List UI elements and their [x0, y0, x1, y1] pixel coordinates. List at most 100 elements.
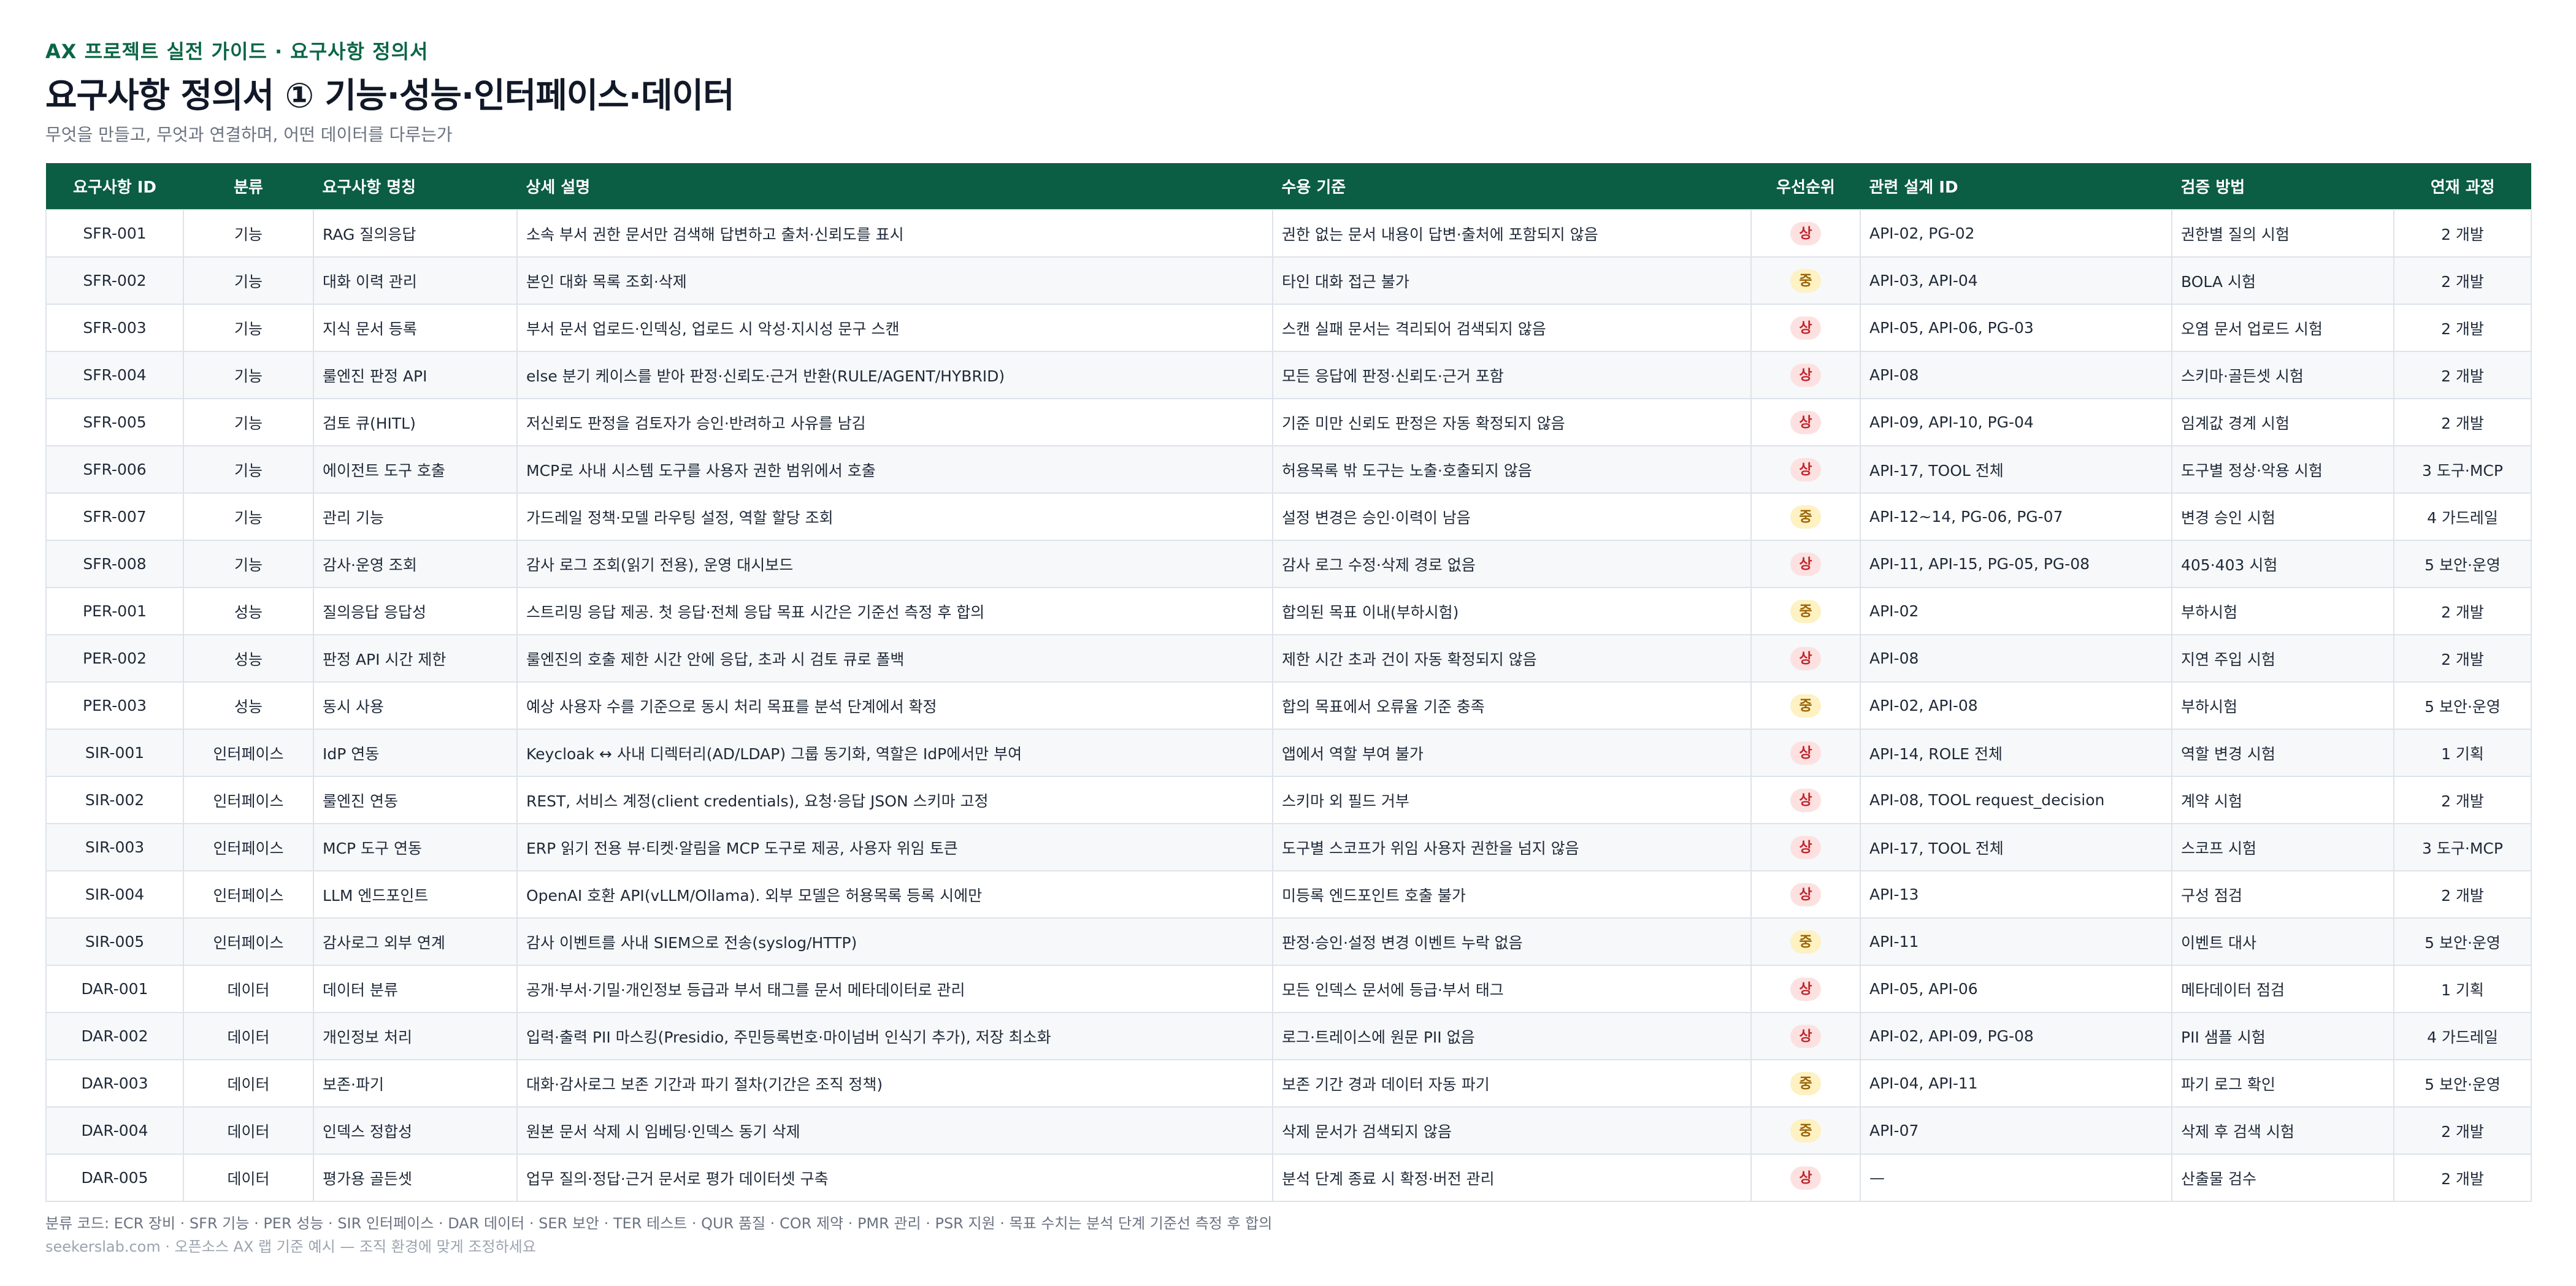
description-cell: 업무 질의·정답·근거 문서로 평가 데이터셋 구축: [516, 1154, 1273, 1202]
description-cell: 공개·부서·기밀·개인정보 등급과 부서 태그를 문서 메타데이터로 관리: [516, 965, 1273, 1013]
priority-badge: 상: [1790, 410, 1821, 434]
table-body: SFR-001 기능 RAG 질의응답 소속 부서 권한 문서만 검색해 답변하고 출…: [45, 209, 2532, 1202]
series-cell: 5 보안·운영: [2393, 917, 2532, 966]
priority-badge: 중: [1790, 1119, 1821, 1142]
acceptance-criteria-cell: 로그·트레이스에 원문 PII 없음: [1272, 1012, 1752, 1060]
series-cell: 5 보안·운영: [2393, 681, 2532, 730]
category-cell: 기능: [183, 398, 314, 446]
acceptance-criteria-cell: 스키마 외 필드 거부: [1272, 776, 1752, 824]
requirement-name-cell: 평가용 골든셋: [313, 1154, 518, 1202]
column-header-name: 요구사항 명칭: [313, 163, 517, 210]
requirement-name-cell: RAG 질의응답: [313, 209, 518, 258]
table-row: DAR-003 데이터 보존·파기 대화·감사로그 보존 기간과 파기 절차(기간은 …: [45, 1059, 2532, 1108]
table-row: SIR-002 인터페이스 룰엔진 연동 REST, 서비스 계정(client cr…: [45, 776, 2532, 824]
page-title: 요구사항 정의서 ① 기능·성능·인터페이스·데이터: [45, 76, 735, 116]
requirement-id-cell: DAR-002: [45, 1012, 184, 1060]
verification-cell: 지연 주입 시험: [2171, 634, 2394, 683]
design-id-cell: API-02, API-09, PG-08: [1860, 1012, 2172, 1060]
series-cell: 3 도구·MCP: [2393, 445, 2532, 494]
verification-cell: 도구별 정상·악용 시험: [2171, 445, 2394, 494]
category-cell: 성능: [183, 681, 314, 730]
category-cell: 데이터: [183, 1154, 314, 1202]
category-cell: 성능: [183, 587, 314, 635]
priority-cell: 상: [1750, 729, 1861, 777]
requirement-name-cell: 개인정보 처리: [313, 1012, 518, 1060]
table-row: SFR-008 기능 감사·운영 조회 감사 로그 조회(읽기 전용), 운영 대시보…: [45, 540, 2532, 588]
description-cell: ERP 읽기 전용 뷰·티켓·알림을 MCP 도구로 제공, 사용자 위임 토큰: [516, 823, 1273, 871]
verification-cell: 변경 승인 시험: [2171, 492, 2394, 541]
description-cell: else 분기 케이스를 받아 판정·신뢰도·근거 반환(RULE/AGENT/…: [516, 351, 1273, 399]
verification-cell: 산출물 검수: [2171, 1154, 2394, 1202]
column-header-category: 분류: [183, 163, 313, 210]
verification-cell: 405·403 시험: [2171, 540, 2394, 588]
table-row: SFR-002 기능 대화 이력 관리 본인 대화 목록 조회·삭제 타인 대화 접근 …: [45, 256, 2532, 305]
acceptance-criteria-cell: 보존 기간 경과 데이터 자동 파기: [1272, 1059, 1752, 1108]
verification-cell: 삭제 후 검색 시험: [2171, 1106, 2394, 1155]
verification-cell: 파기 로그 확인: [2171, 1059, 2394, 1108]
design-id-cell: API-11, API-15, PG-05, PG-08: [1860, 540, 2172, 588]
priority-cell: 중: [1750, 917, 1861, 966]
category-cell: 기능: [183, 492, 314, 541]
table-row: DAR-005 데이터 평가용 골든셋 업무 질의·정답·근거 문서로 평가 데이터셋…: [45, 1154, 2532, 1202]
verification-cell: 임계값 경계 시험: [2171, 398, 2394, 446]
series-cell: 5 보안·운영: [2393, 1059, 2532, 1108]
verification-cell: BOLA 시험: [2171, 256, 2394, 305]
table-row: SIR-004 인터페이스 LLM 엔드포인트 OpenAI 호환 API(vLLM/…: [45, 870, 2532, 919]
design-id-cell: API-13: [1860, 870, 2172, 919]
category-cell: 인터페이스: [183, 870, 314, 919]
acceptance-criteria-cell: 설정 변경은 승인·이력이 남음: [1272, 492, 1752, 541]
acceptance-criteria-cell: 감사 로그 수정·삭제 경로 없음: [1272, 540, 1752, 588]
priority-cell: 중: [1750, 492, 1861, 541]
series-cell: 2 개발: [2393, 1106, 2532, 1155]
requirement-id-cell: DAR-003: [45, 1059, 184, 1108]
series-cell: 1 기획: [2393, 965, 2532, 1013]
design-id-cell: API-02, API-08: [1860, 681, 2172, 730]
priority-badge: 중: [1790, 599, 1821, 623]
priority-badge: 상: [1790, 741, 1821, 765]
series-cell: 3 도구·MCP: [2393, 823, 2532, 871]
verification-cell: 권한별 질의 시험: [2171, 209, 2394, 258]
verification-cell: PII 샘플 시험: [2171, 1012, 2394, 1060]
category-cell: 기능: [183, 445, 314, 494]
series-cell: 2 개발: [2393, 587, 2532, 635]
series-cell: 2 개발: [2393, 256, 2532, 305]
priority-cell: 상: [1750, 1012, 1861, 1060]
series-cell: 2 개발: [2393, 209, 2532, 258]
acceptance-criteria-cell: 합의된 목표 이내(부하시험): [1272, 587, 1752, 635]
requirement-id-cell: SIR-003: [45, 823, 184, 871]
description-cell: MCP로 사내 시스템 도구를 사용자 권한 범위에서 호출: [516, 445, 1273, 494]
table-row: SFR-004 기능 룰엔진 판정 API else 분기 케이스를 받아 판정·신뢰…: [45, 351, 2532, 399]
breadcrumb: AX 프로젝트 실전 가이드 · 요구사항 정의서: [45, 40, 429, 63]
priority-cell: 상: [1750, 870, 1861, 919]
design-id-cell: API-09, API-10, PG-04: [1860, 398, 2172, 446]
description-cell: Keycloak ↔ 사내 디렉터리(AD/LDAP) 그룹 동기화, 역할은 …: [516, 729, 1273, 777]
column-header-description: 상세 설명: [516, 163, 1273, 210]
priority-badge: 상: [1790, 646, 1821, 670]
verification-cell: 스키마·골든셋 시험: [2171, 351, 2394, 399]
category-cell: 인터페이스: [183, 917, 314, 966]
table-row: SFR-007 기능 관리 기능 가드레일 정책·모델 라우팅 설정, 역할 할당 조…: [45, 492, 2532, 541]
priority-badge: 상: [1790, 788, 1821, 812]
requirement-name-cell: IdP 연동: [313, 729, 518, 777]
description-cell: 가드레일 정책·모델 라우팅 설정, 역할 할당 조회: [516, 492, 1273, 541]
description-cell: 룰엔진의 호출 제한 시간 안에 응답, 초과 시 검토 큐로 폴백: [516, 634, 1273, 683]
category-cell: 기능: [183, 304, 314, 352]
column-header-design-id: 관련 설계 ID: [1860, 163, 2172, 210]
series-cell: 2 개발: [2393, 634, 2532, 683]
acceptance-criteria-cell: 미등록 엔드포인트 호출 불가: [1272, 870, 1752, 919]
verification-cell: 계약 시험: [2171, 776, 2394, 824]
page: AX 프로젝트 실전 가이드 · 요구사항 정의서 요구사항 정의서 ① 기능·…: [0, 0, 2576, 1286]
requirement-name-cell: 감사·운영 조회: [313, 540, 518, 588]
requirement-name-cell: 감사로그 외부 연계: [313, 917, 518, 966]
acceptance-criteria-cell: 기준 미만 신뢰도 판정은 자동 확정되지 않음: [1272, 398, 1752, 446]
priority-cell: 상: [1750, 776, 1861, 824]
description-cell: 예상 사용자 수를 기준으로 동시 처리 목표를 분석 단계에서 확정: [516, 681, 1273, 730]
priority-badge: 상: [1790, 882, 1821, 906]
acceptance-criteria-cell: 분석 단계 종료 시 확정·버전 관리: [1272, 1154, 1752, 1202]
acceptance-criteria-cell: 앱에서 역할 부여 불가: [1272, 729, 1752, 777]
requirement-id-cell: SFR-002: [45, 256, 184, 305]
table-row: SIR-003 인터페이스 MCP 도구 연동 ERP 읽기 전용 뷰·티켓·알림을 …: [45, 823, 2532, 871]
priority-cell: 상: [1750, 209, 1861, 258]
design-id-cell: API-04, API-11: [1860, 1059, 2172, 1108]
requirement-id-cell: SFR-004: [45, 351, 184, 399]
